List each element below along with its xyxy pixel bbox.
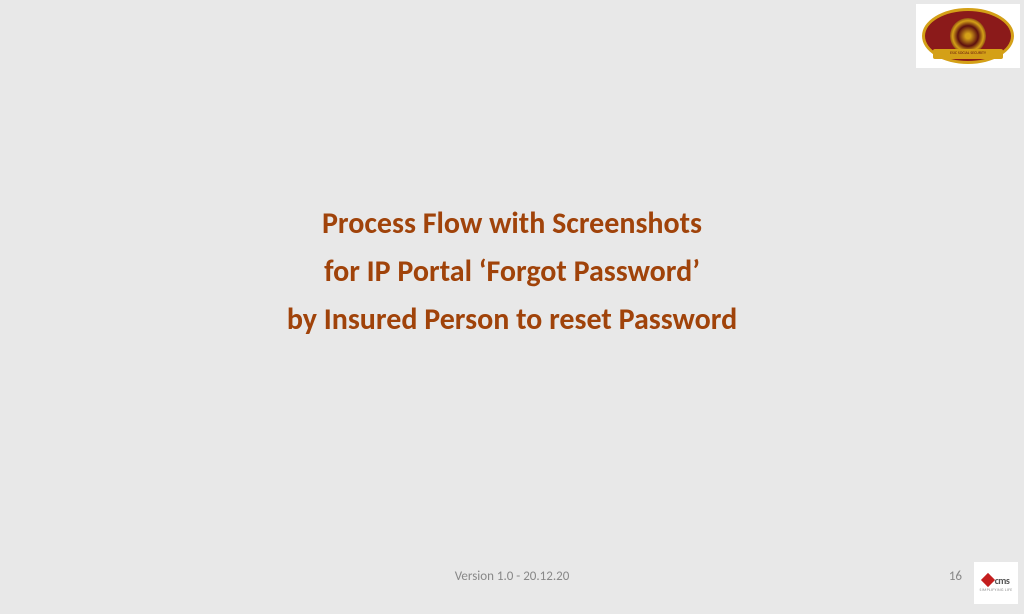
cms-square-icon: [981, 573, 995, 587]
slide-title-block: Process Flow with Screenshots for IP Por…: [0, 200, 1024, 344]
footer-version-text: Version 1.0 - 20.12.20: [455, 569, 570, 584]
title-line-1: Process Flow with Screenshots: [0, 200, 1024, 248]
title-line-3: by Insured Person to reset Password: [0, 296, 1024, 344]
presentation-slide: ESIC SOCIAL SECURITY Process Flow with S…: [0, 0, 1024, 614]
esic-logo-container: ESIC SOCIAL SECURITY: [916, 4, 1020, 68]
footer-page-number: 16: [949, 569, 962, 584]
title-line-2: for IP Portal ‘Forgot Password’: [0, 248, 1024, 296]
cms-logo-text: cms: [995, 574, 1010, 587]
cms-tagline: SIMPLIFYING LIFE: [979, 588, 1012, 593]
cms-logo-mark: cms: [983, 574, 1010, 587]
emblem-ribbon: ESIC SOCIAL SECURITY: [933, 49, 1003, 59]
esic-emblem-icon: ESIC SOCIAL SECURITY: [922, 8, 1014, 64]
cms-logo-container: cms SIMPLIFYING LIFE: [974, 562, 1018, 604]
